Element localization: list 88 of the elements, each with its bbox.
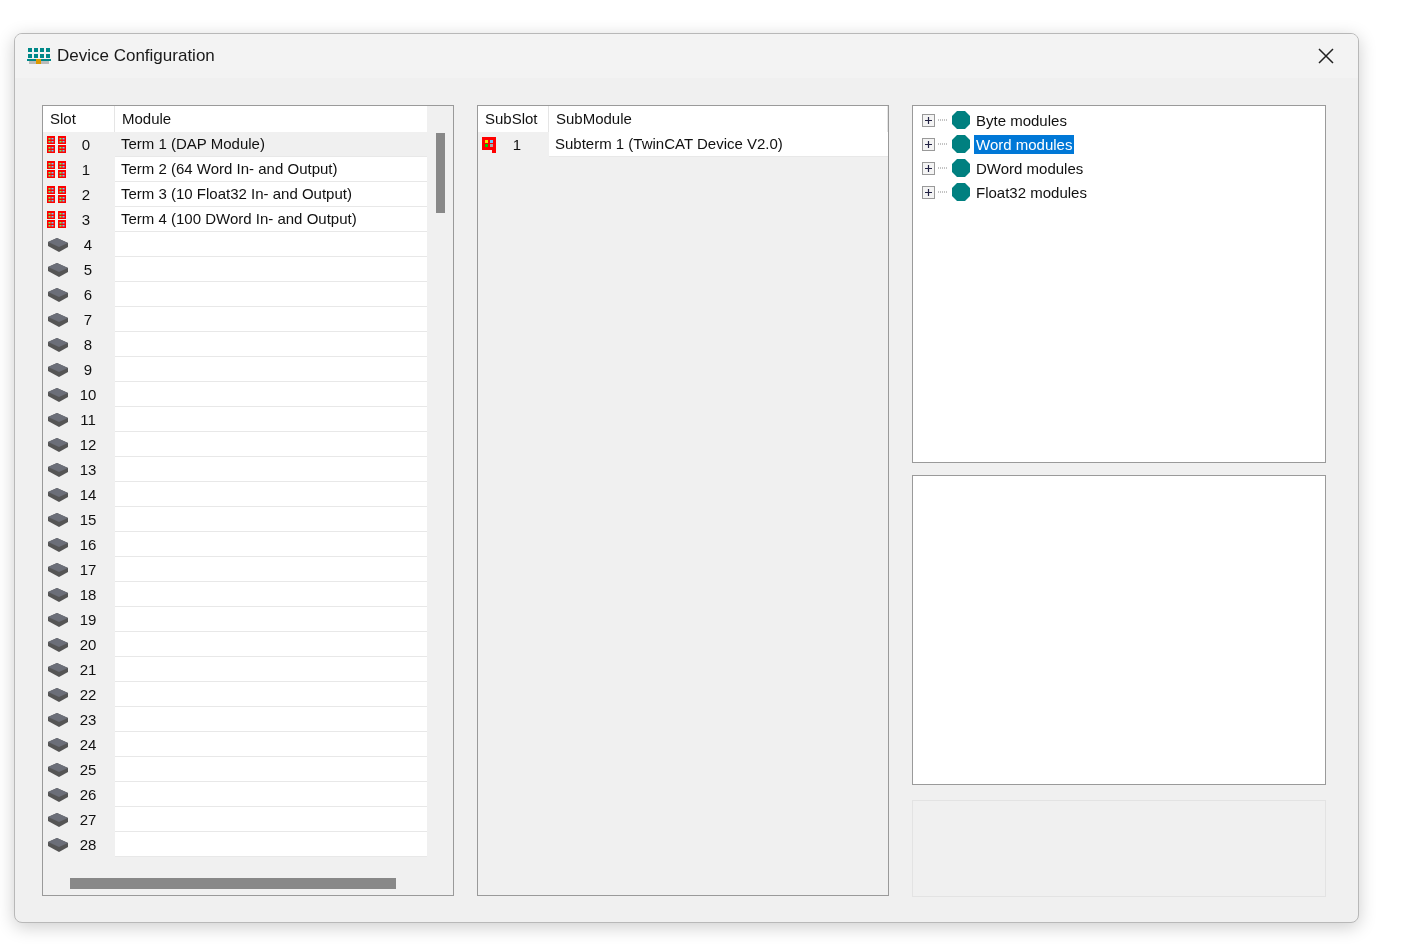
- window-title: Device Configuration: [57, 46, 216, 66]
- slot-number: 7: [82, 311, 94, 328]
- chip-icon: [47, 387, 69, 402]
- module-cell[interactable]: Term 3 (10 Float32 In- and Output): [115, 182, 429, 207]
- slot-number: 23: [78, 711, 98, 728]
- slot-number: 9: [82, 361, 94, 378]
- dotted-line: [938, 191, 948, 193]
- slot-number: 12: [78, 436, 98, 453]
- module-icon: [47, 210, 67, 229]
- plus-icon: [924, 187, 933, 197]
- slot-number: 4: [82, 236, 94, 253]
- dotted-line: [938, 119, 948, 121]
- module-icon: [47, 160, 67, 179]
- module-group-icon: [951, 182, 971, 202]
- slot-number: 18: [78, 586, 98, 603]
- chip-icon: [47, 812, 69, 827]
- slot-number: 0: [80, 136, 92, 153]
- chip-icon: [47, 512, 69, 527]
- chip-icon: [47, 462, 69, 477]
- slot-number: 1: [511, 136, 523, 153]
- tree-item[interactable]: Float32 modules: [974, 182, 1089, 202]
- module-group-icon: [951, 110, 971, 130]
- chip-icon: [47, 487, 69, 502]
- expand-button[interactable]: [922, 137, 935, 151]
- slot-number: 22: [78, 686, 98, 703]
- slot-number: 11: [79, 411, 97, 428]
- submodule-icon: [482, 136, 498, 153]
- chip-icon: [47, 637, 69, 652]
- chip-icon: [47, 537, 69, 552]
- chip-icon: [47, 562, 69, 577]
- chip-icon: [47, 437, 69, 452]
- chip-icon: [47, 762, 69, 777]
- slot-number: 3: [80, 211, 92, 228]
- chip-icon: [47, 837, 69, 852]
- slot-number: 26: [78, 786, 98, 803]
- slot-number: 2: [80, 186, 92, 203]
- slot-number: 14: [78, 486, 98, 503]
- chip-icon: [47, 712, 69, 727]
- chip-icon: [47, 312, 69, 327]
- chip-icon: [47, 412, 69, 427]
- slot-number: 17: [78, 561, 98, 578]
- chip-icon: [47, 662, 69, 677]
- slot-number: 21: [78, 661, 98, 678]
- module-cell[interactable]: Term 4 (100 DWord In- and Output): [115, 207, 429, 232]
- slot-number: 6: [82, 286, 94, 303]
- slot-number: 10: [78, 386, 98, 403]
- slot-number: 15: [78, 511, 98, 528]
- expand-button[interactable]: [922, 113, 935, 127]
- slot-number: 13: [78, 461, 98, 478]
- module-icon: [47, 185, 67, 204]
- slot-number: 5: [82, 261, 94, 278]
- module-icon: [47, 135, 67, 154]
- chip-icon: [47, 237, 69, 252]
- slot-number: 16: [78, 536, 98, 553]
- slot-number: 20: [78, 636, 98, 653]
- tree-item[interactable]: DWord modules: [974, 158, 1086, 178]
- plus-icon: [924, 115, 933, 125]
- chip-icon: [47, 612, 69, 627]
- horizontal-scrollbar[interactable]: [70, 878, 396, 889]
- chip-icon: [47, 337, 69, 352]
- network-icon: [27, 47, 51, 65]
- slot-number: 8: [82, 336, 94, 353]
- expand-button[interactable]: [922, 161, 935, 175]
- chip-icon: [47, 787, 69, 802]
- plus-icon: [924, 139, 933, 149]
- module-cell[interactable]: Subterm 1 (TwinCAT Device V2.0): [549, 132, 888, 157]
- slot-number: 27: [78, 811, 98, 828]
- plus-icon: [924, 163, 933, 173]
- chip-icon: [47, 687, 69, 702]
- chip-icon: [47, 262, 69, 277]
- slot-number: 25: [78, 761, 98, 778]
- close-icon: [1318, 48, 1334, 64]
- slot-number: 24: [78, 736, 98, 753]
- tree-item[interactable]: Word modules: [974, 134, 1075, 154]
- dotted-line: [938, 167, 948, 169]
- module-group-icon: [951, 134, 971, 154]
- module-cell[interactable]: Term 2 (64 Word In- and Output): [115, 157, 429, 182]
- slot-number: 28: [78, 836, 98, 853]
- chip-icon: [47, 362, 69, 377]
- slot-number: 1: [80, 161, 92, 178]
- slot-number: 19: [78, 611, 98, 628]
- tree-item[interactable]: Byte modules: [974, 110, 1069, 130]
- expand-button[interactable]: [922, 185, 935, 199]
- module-group-icon: [951, 158, 971, 178]
- dotted-line: [938, 143, 948, 145]
- chip-icon: [47, 287, 69, 302]
- chip-icon: [47, 587, 69, 602]
- chip-icon: [47, 737, 69, 752]
